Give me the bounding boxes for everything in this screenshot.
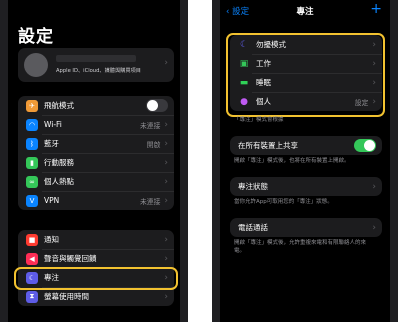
chevron-right-icon: ›	[164, 58, 168, 68]
profile-card[interactable]: Apple ID、iCloud、媒體與購買項目 ›	[18, 48, 174, 82]
row-label: 聲音與觸覺回饋	[44, 254, 97, 263]
vpn-icon: V	[26, 194, 38, 207]
hotspot-icon: ∞	[26, 175, 38, 188]
phone-bezel-left	[0, 0, 8, 322]
calls-label: 電話通話	[238, 223, 268, 232]
cellular-icon: ▮	[26, 156, 38, 169]
chevron-right-icon: ›	[372, 222, 376, 233]
row-bluetooth[interactable]: ᛒ 藍牙 開啟 ›	[18, 134, 174, 153]
chevron-right-icon: ›	[164, 195, 168, 206]
wifi-icon: ◠	[26, 118, 38, 131]
chevron-right-icon: ›	[164, 119, 168, 130]
row-label: 藍牙	[44, 139, 59, 148]
row-value: 未連接	[140, 197, 161, 206]
sound-icon: ◀	[26, 252, 38, 265]
row-airplane[interactable]: ✈ 飛航模式	[18, 96, 174, 115]
add-focus-button[interactable]: +	[370, 1, 382, 17]
row-value: 未連接	[140, 121, 161, 130]
phone-bezel-right	[180, 0, 188, 322]
airplane-toggle[interactable]	[146, 99, 168, 112]
row-wifi[interactable]: ◠ Wi-Fi 未連接 ›	[18, 115, 174, 134]
connectivity-group: ✈ 飛航模式 ◠ Wi-Fi 未連接 › ᛒ 藍牙 開啟 › ▮ 行動服務 › ∞ 個人熱點 › V VPN 未連接…	[18, 96, 174, 210]
focus-highlight	[14, 267, 178, 290]
settings-screen: 設定 Apple ID、iCloud、媒體與購買項目 › ✈ 飛航模式 ◠ Wi-Fi…	[0, 0, 188, 322]
status-note: 當你允許App可取用您的「專注」狀態。	[234, 199, 333, 205]
row-notifications[interactable]: ■ 通知 ›	[18, 230, 174, 249]
profile-subtitle: Apple ID、iCloud、媒體與購買項目	[56, 68, 141, 74]
share-toggle[interactable]	[354, 139, 376, 152]
focus-modes-highlight	[226, 33, 385, 117]
share-label: 在所有裝置上共享	[238, 141, 298, 150]
profile-name	[56, 55, 136, 62]
row-value: 開啟	[146, 140, 161, 149]
airplane-icon: ✈	[26, 99, 38, 112]
chevron-right-icon: ›	[164, 234, 168, 245]
row-label: 行動服務	[44, 158, 74, 167]
row-sound[interactable]: ◀ 聲音與觸覺回饋 ›	[18, 249, 174, 268]
row-hotspot[interactable]: ∞ 個人熱點 ›	[18, 172, 174, 191]
focus-status-row[interactable]: 專注狀態 ›	[230, 177, 382, 196]
chevron-right-icon: ›	[372, 181, 376, 192]
chevron-right-icon: ›	[164, 138, 168, 149]
chevron-right-icon: ›	[164, 291, 168, 302]
row-label: 螢幕使用時間	[44, 292, 89, 301]
row-label: 個人熱點	[44, 177, 74, 186]
focus-modes-note: 「專注」模式會根據	[234, 117, 284, 123]
notifications-icon: ■	[26, 233, 38, 246]
chevron-right-icon: ›	[164, 253, 168, 264]
page-title: 設定	[18, 27, 54, 47]
phone-bezel-left	[212, 0, 220, 322]
row-label: Wi-Fi	[44, 120, 62, 129]
row-cellular[interactable]: ▮ 行動服務 ›	[18, 153, 174, 172]
share-note: 開啟「專注」模式後，也將在所有裝置上開啟。	[234, 158, 350, 164]
focus-screen: ‹ 設定 專注 + ☾ 勿擾模式 › ▣ 工作 › ▬ 睡眠 › ● 個人 設定 › 「專注」模式會根據…	[212, 0, 398, 322]
row-label: 通知	[44, 235, 59, 244]
status-label: 專注狀態	[238, 182, 268, 191]
row-label: 飛航模式	[44, 101, 74, 110]
row-vpn[interactable]: V VPN 未連接 ›	[18, 191, 174, 210]
chevron-right-icon: ›	[164, 157, 168, 168]
chevron-right-icon: ›	[164, 176, 168, 187]
screen-time-icon: ⧗	[26, 290, 38, 303]
calls-note: 開啟「專注」模式後，允許重複來電和有限聯絡人的來電。	[234, 240, 367, 254]
avatar	[24, 53, 48, 77]
row-label: VPN	[44, 196, 60, 205]
bluetooth-icon: ᛒ	[26, 137, 38, 150]
phone-calls-row[interactable]: 電話通話 ›	[230, 218, 382, 237]
share-across-devices-row: 在所有裝置上共享	[230, 136, 382, 155]
phone-bezel-right	[390, 0, 398, 322]
